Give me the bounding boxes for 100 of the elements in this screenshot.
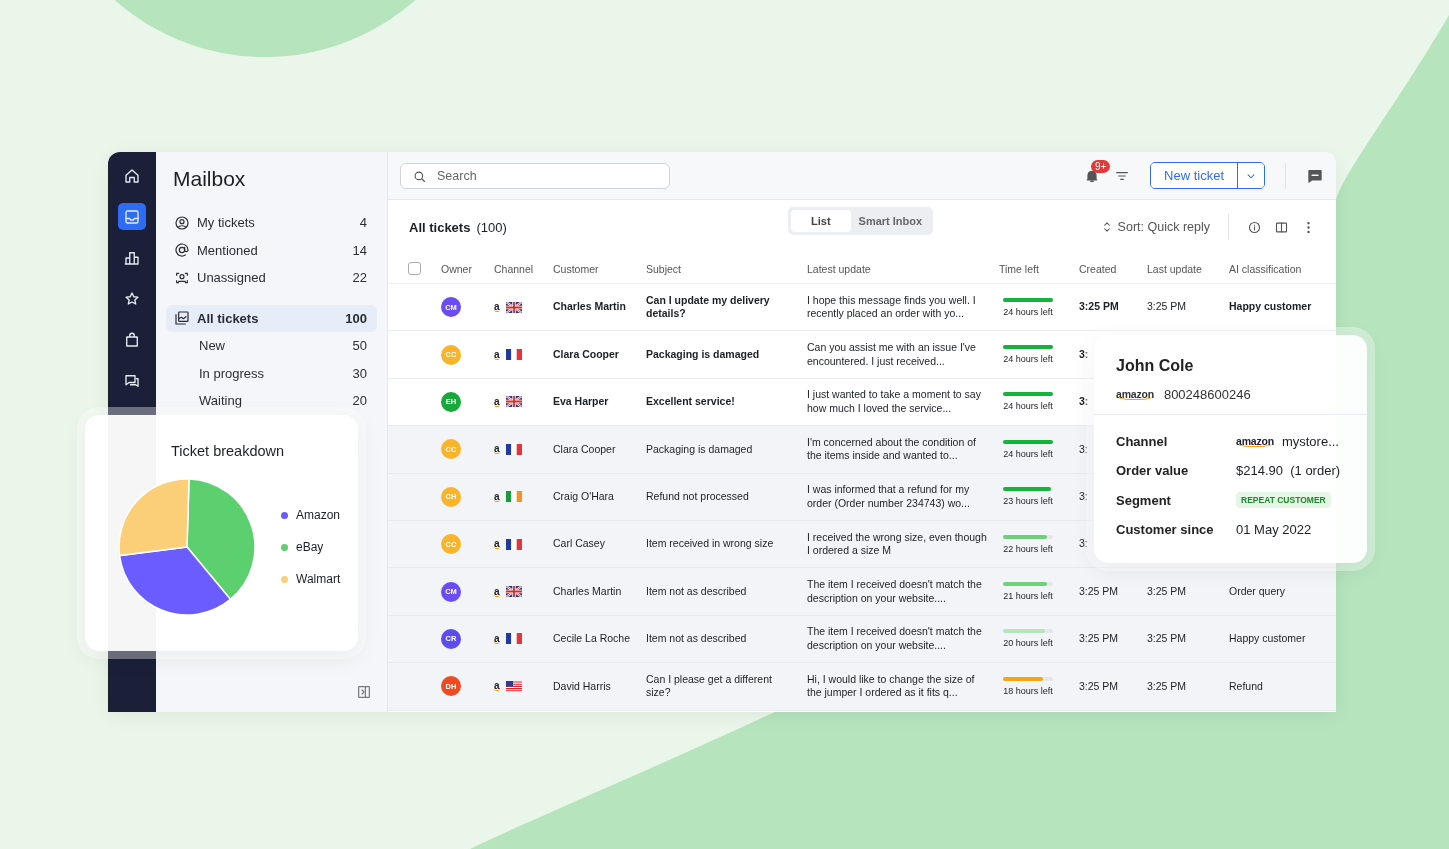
last-update-time: 3:25 PM bbox=[1147, 632, 1188, 646]
message-preview: The item I received doesn't match the description on your website.... bbox=[807, 578, 983, 606]
created-time: 3: bbox=[1079, 537, 1089, 551]
sidebar-toggle-icon bbox=[356, 684, 372, 700]
time-left-bar bbox=[1003, 676, 1053, 681]
field-label: Channel bbox=[1116, 434, 1169, 449]
flag-icon bbox=[505, 443, 522, 455]
order-id: 800248600246 bbox=[1163, 387, 1251, 402]
dropdown-button[interactable] bbox=[1237, 163, 1264, 188]
ticket-subject: Can I update my delivery details? bbox=[646, 293, 771, 321]
created-time: 3:25 PM bbox=[1079, 584, 1120, 599]
message-preview: Can you assist me with an issue I've encountered. I just received... bbox=[807, 341, 977, 369]
created-time: 3: bbox=[1079, 442, 1089, 457]
time-left-bar bbox=[1003, 297, 1053, 302]
field-label: Segment bbox=[1116, 492, 1172, 508]
time-left-bar bbox=[1003, 629, 1053, 634]
ticket-subject: Item not as described bbox=[646, 632, 748, 646]
view-tab[interactable]: List bbox=[791, 210, 851, 232]
time-left-text: 20 hours left bbox=[1003, 638, 1053, 649]
time-left-bar bbox=[1003, 439, 1053, 444]
flag-icon bbox=[505, 633, 522, 645]
flag-icon bbox=[505, 301, 522, 313]
tickets-icon bbox=[174, 310, 190, 327]
ai-classification: Happy customer bbox=[1229, 632, 1307, 646]
last-update-time: 3:25 PM bbox=[1147, 300, 1188, 314]
customer-name: Clara Cooper bbox=[553, 442, 617, 457]
message-preview: I was informed that a refund for my order (Order number 234743) wo... bbox=[807, 483, 971, 511]
sidebar-item[interactable]: Mentioned 14 bbox=[166, 236, 377, 264]
flag-icon bbox=[505, 491, 522, 503]
time-left-bar bbox=[1003, 534, 1053, 539]
store-logo: amazon bbox=[1236, 436, 1274, 447]
nav-button[interactable] bbox=[118, 203, 146, 230]
last-update-time: 3:25 PM bbox=[1147, 584, 1188, 599]
flag-icon bbox=[505, 586, 522, 598]
column-header: Latest update bbox=[807, 262, 872, 275]
sidebar-item[interactable]: My tickets 4 bbox=[166, 209, 377, 237]
ticket-subject: Packaging is damaged bbox=[646, 347, 761, 362]
flag-icon bbox=[505, 680, 522, 692]
at-icon bbox=[174, 242, 190, 259]
segment-tag: REPEAT CUSTOMER bbox=[1236, 492, 1331, 508]
ticket-count: (100) bbox=[476, 219, 507, 235]
message-preview: The item I received doesn't match the description on your website.... bbox=[807, 625, 983, 653]
new-ticket-button[interactable]: New ticket bbox=[1151, 163, 1237, 188]
store-logo: amazon bbox=[1116, 389, 1154, 400]
time-left-text: 23 hours left bbox=[1003, 496, 1053, 507]
store-logo: a bbox=[494, 302, 500, 313]
select-all-checkbox[interactable] bbox=[408, 262, 421, 275]
customer-name: Carl Casey bbox=[553, 537, 606, 551]
created-time: 3:25 PM bbox=[1079, 679, 1120, 694]
customer-name: Clara Cooper bbox=[553, 347, 620, 362]
time-left-text: 22 hours left bbox=[1003, 543, 1053, 554]
store-logo: a bbox=[494, 539, 500, 550]
message-preview: I hope this message finds you well. I recently placed an order with yo... bbox=[807, 293, 977, 321]
legend-label: Amazon bbox=[296, 508, 341, 522]
column-header: Customer bbox=[553, 262, 600, 275]
flag-icon bbox=[505, 349, 522, 361]
mailbox-title: Mailbox bbox=[173, 166, 247, 191]
customer-name: Craig O'Hara bbox=[553, 490, 615, 504]
last-update-time: 3:25 PM bbox=[1147, 679, 1188, 694]
sidebar-item[interactable]: Waiting 20 bbox=[166, 387, 377, 415]
sidebar-item[interactable]: New 50 bbox=[166, 332, 377, 360]
time-left-bar bbox=[1003, 392, 1053, 397]
ticket-subject: Refund not processed bbox=[646, 490, 750, 504]
info-icon bbox=[1247, 219, 1262, 235]
customer-name: Cecile La Roche bbox=[553, 632, 632, 646]
store-logo: a bbox=[494, 633, 500, 644]
column-header: Last update bbox=[1147, 262, 1203, 275]
store-logo: a bbox=[494, 586, 500, 597]
ticket-subject: Item received in wrong size bbox=[646, 537, 775, 551]
ticket-subject: Excellent service! bbox=[646, 395, 736, 409]
sidebar-item[interactable]: All tickets 100 bbox=[166, 304, 377, 332]
sidebar-item[interactable]: Unassigned 22 bbox=[166, 264, 377, 292]
notification-badge: 9+ bbox=[1091, 159, 1111, 173]
legend-label: Walmart bbox=[296, 572, 341, 586]
time-left-text: 24 hours left bbox=[1003, 448, 1053, 459]
store-logo: a bbox=[494, 396, 500, 407]
card-title: Ticket breakdown bbox=[171, 443, 286, 459]
ai-classification: Order query bbox=[1229, 584, 1287, 599]
message-preview: Hi, I would like to change the size of the jumper I ordered as it fits q... bbox=[807, 672, 976, 700]
ai-classification: Happy customer bbox=[1229, 300, 1313, 314]
time-left-text: 24 hours left bbox=[1003, 401, 1053, 412]
flag-icon bbox=[505, 538, 522, 550]
inbox-icon bbox=[123, 207, 141, 226]
message-preview: I just wanted to take a moment to say how much I loved the service... bbox=[807, 388, 982, 416]
list-title: All tickets bbox=[409, 219, 471, 235]
time-left-bar bbox=[1003, 582, 1053, 587]
field-value: mystore... bbox=[1281, 434, 1339, 449]
search-field[interactable]: Search bbox=[400, 162, 670, 189]
ai-classification: Refund bbox=[1229, 679, 1264, 694]
customer-name: Charles Martin bbox=[553, 300, 627, 314]
ticket-subject: Item not as described bbox=[646, 584, 748, 599]
shopping-bag-icon bbox=[123, 330, 141, 349]
view-tab[interactable]: Smart Inbox bbox=[850, 210, 931, 232]
sort-button[interactable]: Sort: Quick reply bbox=[1099, 220, 1210, 234]
column-header: Owner bbox=[441, 262, 473, 275]
sidebar-item[interactable]: In progress 30 bbox=[166, 359, 377, 387]
time-left-text: 24 hours left bbox=[1003, 306, 1053, 317]
column-header: Subject bbox=[646, 262, 683, 275]
message-preview: I received the wrong size, even though I ordered a size M bbox=[807, 530, 988, 558]
user-icon bbox=[174, 214, 190, 231]
